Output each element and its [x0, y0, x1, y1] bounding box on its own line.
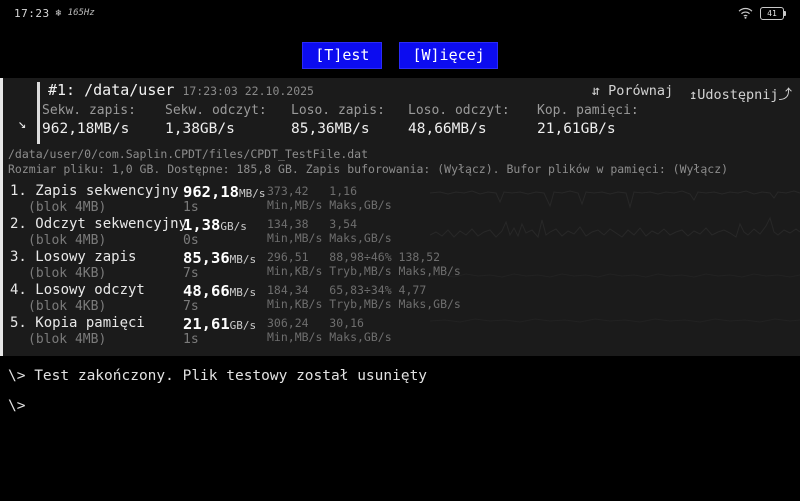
share-button[interactable]: ↥Udostępnij⤴	[689, 83, 792, 103]
test-duration: 1s	[183, 200, 199, 215]
wifi-icon	[738, 7, 753, 19]
test-row-seq-read: 2. Odczyt sekwencyjny (blok 4MB) 1,38GB/…	[0, 215, 800, 248]
test-row-mem-copy: 5. Kopia pamięci (blok 4MB) 21,61GB/s 1s…	[0, 314, 800, 347]
terminal-log: \> Test zakończony. Plik testowy został …	[0, 356, 800, 501]
battery-icon: 41	[760, 7, 786, 20]
summary-col-rand-write: Loso. zapis: 85,36MB/s	[291, 103, 408, 137]
test-duration: 7s	[183, 299, 199, 314]
test-duration: 1s	[183, 332, 199, 347]
test-row-rand-read: 4. Losowy odczyt (blok 4KB) 48,66MB/s 7s…	[0, 281, 800, 314]
battery-percent: 41	[760, 7, 784, 20]
status-bar: 17:23 ❄ 165Hz 41	[0, 0, 800, 26]
compare-icon: ⇵	[592, 83, 600, 99]
terminal-message: \> Test zakończony. Plik testowy został …	[8, 368, 800, 384]
terminal-prompt: \>	[8, 398, 800, 414]
test-value: 962,18	[183, 183, 239, 201]
result-timestamp: 17:23:03 22.10.2025	[182, 84, 314, 98]
snowflake-icon: ❄	[56, 8, 62, 19]
summary-col-seq-write: Sekw. zapis: 962,18MB/s	[42, 103, 165, 137]
test-row-seq-write: 1. Zapis sekwencyjny (blok 4MB) 962,18MB…	[0, 182, 800, 215]
test-value: 1,38	[183, 216, 220, 234]
test-value: 85,36	[183, 249, 230, 267]
summary-col-mem-copy: Kop. pamięci: 21,61GB/s	[537, 103, 639, 137]
result-title-text: #1: /data/user	[48, 81, 174, 99]
test-value: 21,61	[183, 315, 230, 333]
summary-col-rand-read: Loso. odczyt: 48,66MB/s	[408, 103, 537, 137]
summary-row: Sekw. zapis: 962,18MB/s Sekw. odczyt: 1,…	[42, 103, 639, 137]
test-file-details: Rozmiar pliku: 1,0 GB. Dostępne: 185,8 G…	[8, 162, 728, 176]
clock: 17:23	[14, 7, 50, 20]
result-title[interactable]: #1: /data/user 17:23:03 22.10.2025	[48, 81, 314, 99]
selected-result-marker	[37, 82, 40, 144]
test-duration: 0s	[183, 233, 199, 248]
selection-arrow-icon: ↘	[18, 116, 26, 132]
result-actions: ⇵ Porównaj ↥Udostępnij⤴	[592, 83, 792, 103]
more-button[interactable]: [W]ięcej	[399, 42, 497, 69]
test-value: 48,66	[183, 282, 230, 300]
test-file-path: /data/user/0/com.Saplin.CPDT/files/CPDT_…	[8, 147, 368, 161]
results-panel: ↘ #1: /data/user 17:23:03 22.10.2025 ⇵ Po…	[0, 78, 800, 356]
summary-col-seq-read: Sekw. odczyt: 1,38GB/s	[165, 103, 291, 137]
test-button[interactable]: [T]est	[302, 42, 382, 69]
refresh-rate-indicator: 165Hz	[68, 8, 95, 18]
test-row-rand-write: 3. Losowy zapis (blok 4KB) 85,36MB/s 7s …	[0, 248, 800, 281]
test-results-list: 1. Zapis sekwencyjny (blok 4MB) 962,18MB…	[0, 182, 800, 347]
test-duration: 7s	[183, 266, 199, 281]
compare-button[interactable]: ⇵ Porównaj	[592, 83, 673, 103]
toolbar: [T]est [W]ięcej	[0, 42, 800, 69]
